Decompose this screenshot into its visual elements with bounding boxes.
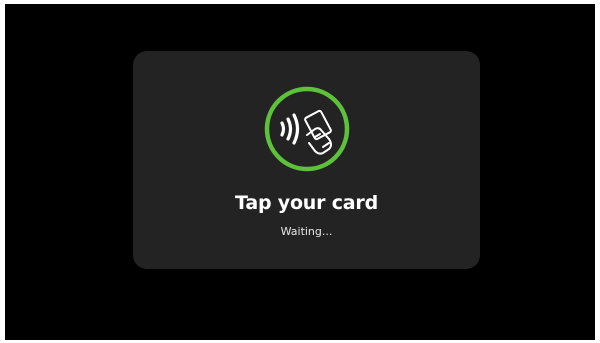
status-text: Waiting... [280, 225, 333, 238]
overlay-backdrop: Tap your card Waiting... [5, 4, 595, 340]
contactless-payment-icon [263, 85, 351, 173]
dialog-title: Tap your card [235, 192, 378, 214]
tap-card-dialog: Tap your card Waiting... [133, 51, 480, 269]
